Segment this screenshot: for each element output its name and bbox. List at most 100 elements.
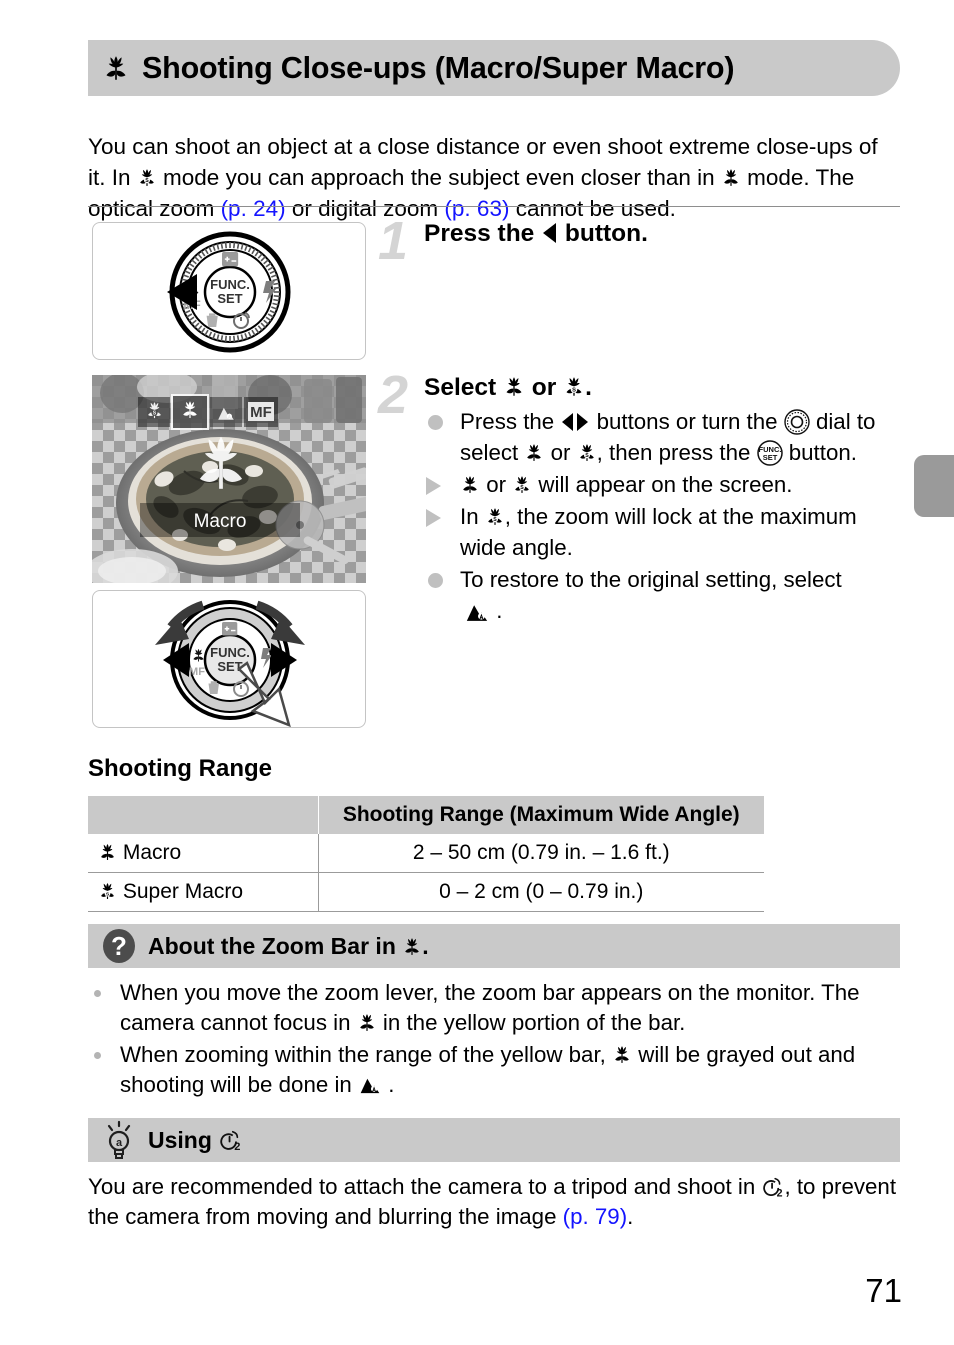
b1-text-a: Press the <box>460 409 561 434</box>
cell-mode-super-macro: S Super Macro <box>88 872 319 912</box>
svg-text:S: S <box>153 411 157 417</box>
svg-text:FUNC.: FUNC. <box>210 277 250 292</box>
step-2-heading-pre: Select <box>424 374 503 401</box>
b1-text-f: button. <box>782 440 857 465</box>
tip-heading-pre: Using <box>148 1126 219 1153</box>
svg-text:2: 2 <box>777 1187 783 1199</box>
b1-text-b: buttons or turn the <box>590 409 784 434</box>
svg-text:FUNC.: FUNC. <box>210 645 250 660</box>
b1-text-d: or <box>544 440 577 465</box>
self-timer-2sec-icon: 2 <box>761 1176 784 1199</box>
cell-mode-macro: Macro <box>88 834 319 873</box>
tip-callout-title: Using 2 <box>148 1127 242 1154</box>
qa2-text-c: . <box>382 1072 395 1097</box>
bullet-zoom-lock: In S , the zoom will lock at the maximum… <box>424 501 902 563</box>
qa-bullet-1: When you move the zoom lever, the zoom b… <box>88 978 900 1038</box>
super-macro-icon: S <box>563 375 585 398</box>
qa-heading-pre: About the Zoom Bar in <box>148 932 403 959</box>
macro-icon <box>503 375 525 398</box>
normal-focus-icon <box>464 599 490 621</box>
step-2-bullets: Press the buttons or turn the dial to se… <box>424 406 902 626</box>
step-1-heading-pre: Press the <box>424 220 542 247</box>
tip-callout-body: You are recommended to attach the camera… <box>88 1172 904 1232</box>
th-range: Shooting Range (Maximum Wide Angle) <box>318 796 764 834</box>
svg-text:?: ? <box>111 931 127 961</box>
bullet-press-buttons: Press the buttons or turn the dial to se… <box>424 406 902 468</box>
control-dial-icon <box>784 409 810 435</box>
super-macro-icon: S <box>98 881 117 901</box>
shooting-range-table: Shooting Range (Maximum Wide Angle) Macr… <box>88 796 764 912</box>
row-0-label: Macro <box>122 841 182 864</box>
step-2-heading-post: . <box>585 374 592 401</box>
th-mode <box>88 796 319 834</box>
intro-text-2: mode you can approach the subject even c… <box>156 164 721 190</box>
small-bullet-icon <box>94 1052 101 1059</box>
super-macro-icon: S <box>577 442 597 463</box>
tip-callout-header: a Using 2 <box>88 1118 900 1162</box>
svg-text:2: 2 <box>235 1141 241 1153</box>
self-timer-2sec-icon: 2 <box>218 1129 242 1153</box>
step-2-heading-mid: or <box>525 374 564 401</box>
step-1-number: 1 <box>378 211 409 271</box>
svg-text:S: S <box>572 388 576 394</box>
b4-text-a: To restore to the original setting, sele… <box>460 567 842 592</box>
macro-icon <box>524 442 544 463</box>
svg-text:MF: MF <box>189 666 205 678</box>
small-bullet-icon <box>94 990 101 997</box>
lightbulb-icon: a <box>102 1120 136 1160</box>
b4-text-b: . <box>490 598 503 623</box>
intro-text-4: or digital zoom <box>285 195 445 221</box>
macro-icon <box>98 842 117 862</box>
macro-icon <box>357 1012 377 1033</box>
svg-text:SET: SET <box>217 659 242 674</box>
page-title: Shooting Close-ups (Macro/Super Macro) <box>142 50 735 85</box>
step-1: 1 Press the button. <box>378 214 902 268</box>
page-number: 71 <box>865 1272 902 1309</box>
page-title-bar: Shooting Close-ups (Macro/Super Macro) <box>88 40 900 96</box>
figure-control-dial-press-left: FUNC. SET MF <box>92 222 366 360</box>
svg-text:S: S <box>520 485 524 491</box>
svg-text:MF: MF <box>250 404 272 421</box>
bullet-dot-icon <box>428 573 443 588</box>
b1-text-e: , then press the <box>596 440 757 465</box>
b3-text-a: In <box>460 504 485 529</box>
shooting-range-title: Shooting Range <box>88 755 272 782</box>
macro-icon <box>721 167 741 188</box>
svg-text:S: S <box>493 517 497 523</box>
macro-tulip-icon <box>102 53 130 83</box>
intro-paragraph: You can shoot an object at a close dista… <box>88 131 888 224</box>
left-right-buttons-icon <box>560 412 590 432</box>
row-0-range: 2 – 50 cm (0.79 in. – 1.6 ft.) <box>318 834 764 873</box>
super-macro-icon: S <box>137 167 157 188</box>
page-link-79[interactable]: (p. 79) <box>563 1204 627 1229</box>
step-2-number: 2 <box>378 365 409 425</box>
step-2: 2 Select or S . Press the buttons or tur… <box>378 368 902 626</box>
chapter-edge-tab <box>914 455 954 517</box>
bullet-triangle-icon <box>426 509 441 527</box>
b3-text-b: , the zoom will lock at the maximum wide… <box>460 504 857 560</box>
table-header-row: Shooting Range (Maximum Wide Angle) <box>88 796 764 834</box>
tip-text-a: You are recommended to attach the camera… <box>88 1174 762 1199</box>
step-1-heading-post: button. <box>558 220 648 247</box>
step-2-heading: Select or S . <box>424 372 902 404</box>
page-link-63[interactable]: (p. 63) <box>444 196 509 221</box>
row-1-label: Super Macro <box>122 880 244 903</box>
macro-icon <box>460 474 480 495</box>
func-set-button-icon: FUNC. SET <box>756 440 783 466</box>
svg-text:SET: SET <box>217 291 242 306</box>
svg-text:S: S <box>585 453 589 459</box>
page-link-24[interactable]: (p. 24) <box>221 196 286 221</box>
figure-control-dial-turn-press: FUNC. SET MF <box>92 590 366 728</box>
table-row: Macro 2 – 50 cm (0.79 in. – 1.6 ft.) <box>88 834 764 873</box>
qa2-text-a: When zooming within the range of the yel… <box>120 1042 613 1067</box>
svg-text:S: S <box>145 178 149 184</box>
bullet-triangle-icon <box>426 477 441 495</box>
normal-focus-icon <box>358 1073 382 1095</box>
svg-text:SET: SET <box>762 453 777 462</box>
focus-mode-menu: S MF <box>138 394 278 430</box>
bullet-dot-icon <box>428 415 443 430</box>
svg-text:a: a <box>116 1137 123 1149</box>
question-mark-icon: ? <box>102 928 136 964</box>
section-divider <box>88 206 900 207</box>
table-row: S Super Macro 0 – 2 cm (0 – 0.79 in.) <box>88 872 764 912</box>
